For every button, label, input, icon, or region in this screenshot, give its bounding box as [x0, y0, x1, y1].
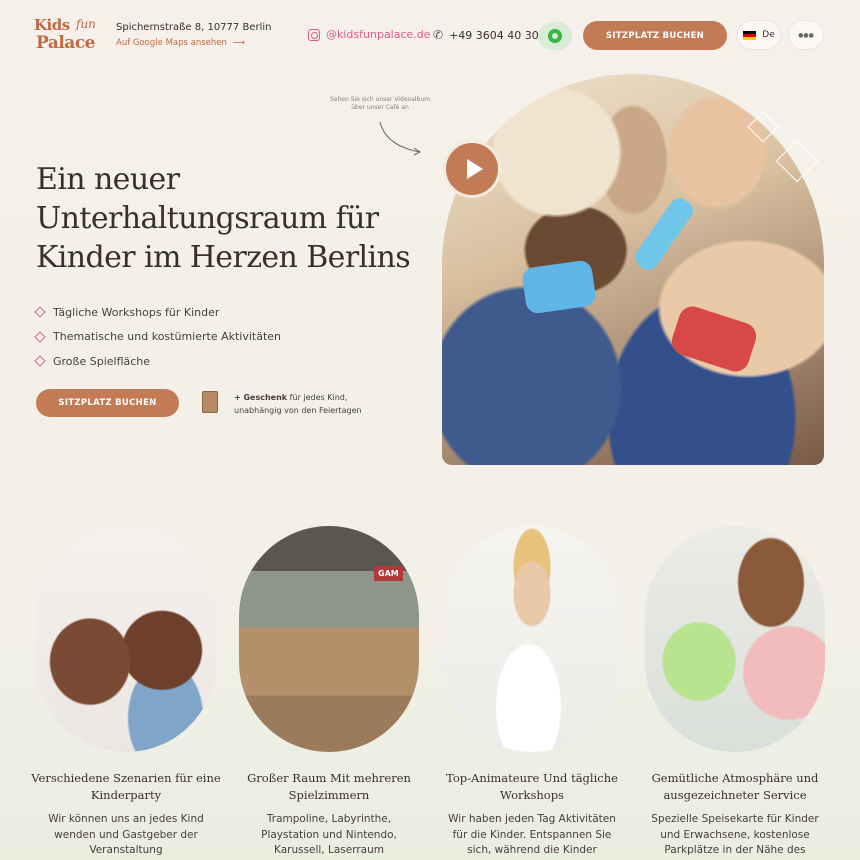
logo-text-fun: fun: [76, 17, 96, 31]
kids-fun-palace-logo[interactable]: Kids fun Palace: [34, 16, 106, 56]
google-maps-link-label: Auf Google Maps ansehen: [116, 38, 227, 48]
menu-button[interactable]: ●●●: [788, 20, 824, 50]
feature-label: Große Spielfläche: [53, 354, 151, 368]
site-header: Kids fun Palace Spichernstraße 8, 10777 …: [0, 0, 860, 72]
party-horn-shape: [668, 302, 760, 376]
hero-book-seat-button[interactable]: SITZPLATZ BUCHEN: [36, 389, 179, 417]
phone-link[interactable]: ✆ +49 3604 40 30: [433, 28, 539, 42]
google-maps-link[interactable]: Auf Google Maps ansehen ⟶: [116, 38, 245, 48]
curved-arrow-icon: [379, 121, 421, 156]
card-title: Verschiedene Szenarien für eine Kinderpa…: [31, 771, 221, 802]
play-video-button[interactable]: [443, 140, 501, 198]
whatsapp-button[interactable]: [538, 22, 572, 50]
video-annotation: Sehen Sie sich unser Videoalbum über uns…: [330, 96, 430, 112]
address-text: Spichernstraße 8, 10777 Berlin: [116, 22, 272, 33]
logo-text-palace: Palace: [36, 33, 95, 53]
gift-line2: unabhängig von den Feiertagen: [234, 406, 362, 415]
hero-title-line: Kinder im Herzen Berlins: [36, 240, 411, 275]
hero-title-line: Ein neuer: [36, 162, 180, 197]
play-icon: [466, 159, 483, 179]
card-title: Gemütliche Atmosphäre und ausgezeichnete…: [651, 771, 819, 802]
phone-icon: ✆: [433, 28, 444, 42]
header-book-seat-button[interactable]: SITZPLATZ BUCHEN: [583, 21, 727, 50]
whatsapp-icon: [548, 29, 562, 43]
language-code: De: [762, 30, 775, 40]
diamond-bullet-icon: [34, 331, 46, 343]
party-horn-shape: [521, 259, 597, 315]
feature-label: Tägliche Workshops für Kinder: [53, 305, 220, 319]
card-photo-party-scenarios: [36, 526, 216, 752]
feature-list: Tägliche Workshops für Kinder Thematisch…: [34, 300, 282, 374]
card-title: Top-Animateure Und tägliche Workshops: [446, 771, 618, 802]
hero-title: Ein neuer Unterhaltungsraum für Kinder i…: [36, 160, 416, 277]
hero-title-line: Unterhaltungsraum für: [36, 201, 379, 236]
gift-icon: [202, 391, 218, 413]
diamond-bullet-icon: [34, 355, 46, 367]
card-text: Spezielle Speisekarte für Kinder und Erw…: [651, 813, 819, 856]
card-photo-atmosphere: [645, 526, 825, 752]
instagram-handle: @kidsfunpalace.de: [326, 28, 431, 41]
language-selector[interactable]: De: [737, 20, 781, 50]
phone-number: +49 3604 40 30: [449, 28, 539, 42]
more-dots-icon: ●●●: [798, 31, 814, 39]
card-photo-workshops: [442, 526, 622, 752]
feature-item: Große Spielfläche: [34, 349, 281, 374]
gift-rest: für jedes Kind,: [287, 393, 348, 402]
diamond-bullet-icon: [34, 306, 46, 318]
instagram-link[interactable]: @kidsfunpalace.de: [308, 28, 431, 41]
card-text: Wir haben jeden Tag Aktivitäten für die …: [448, 813, 616, 856]
arrow-right-icon: ⟶: [232, 38, 246, 48]
feature-label: Thematische und kostümierte Aktivitäten: [53, 330, 282, 344]
instagram-icon: [308, 28, 320, 41]
feature-item: Tägliche Workshops für Kinder: [34, 300, 281, 325]
feature-item: Thematische und kostümierte Aktivitäten: [34, 325, 282, 350]
card-photo-playroom: [239, 526, 419, 752]
gift-bold: + Geschenk: [234, 393, 288, 402]
card-text: Wir können uns an jedes Kind wenden und …: [48, 813, 204, 856]
card-title: Großer Raum Mit mehreren Spielzimmern: [247, 771, 411, 802]
german-flag-icon: [743, 30, 757, 40]
party-horn-shape: [631, 194, 697, 274]
logo-text-kids: Kids: [34, 16, 70, 34]
gift-note: + Geschenk für jedes Kind, unabhängig vo…: [234, 391, 374, 417]
card-text: Trampoline, Labyrinthe, Playstation und …: [261, 813, 397, 856]
